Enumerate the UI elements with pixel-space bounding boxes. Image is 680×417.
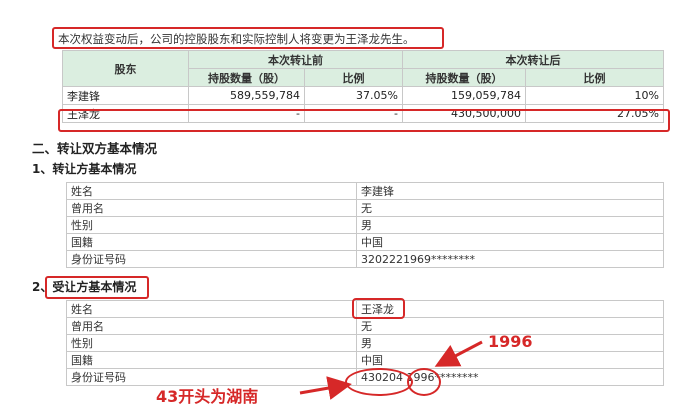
annotation-arrows xyxy=(299,340,483,400)
arrow-to-year xyxy=(434,340,483,367)
arrow-to-prefix xyxy=(299,376,352,400)
